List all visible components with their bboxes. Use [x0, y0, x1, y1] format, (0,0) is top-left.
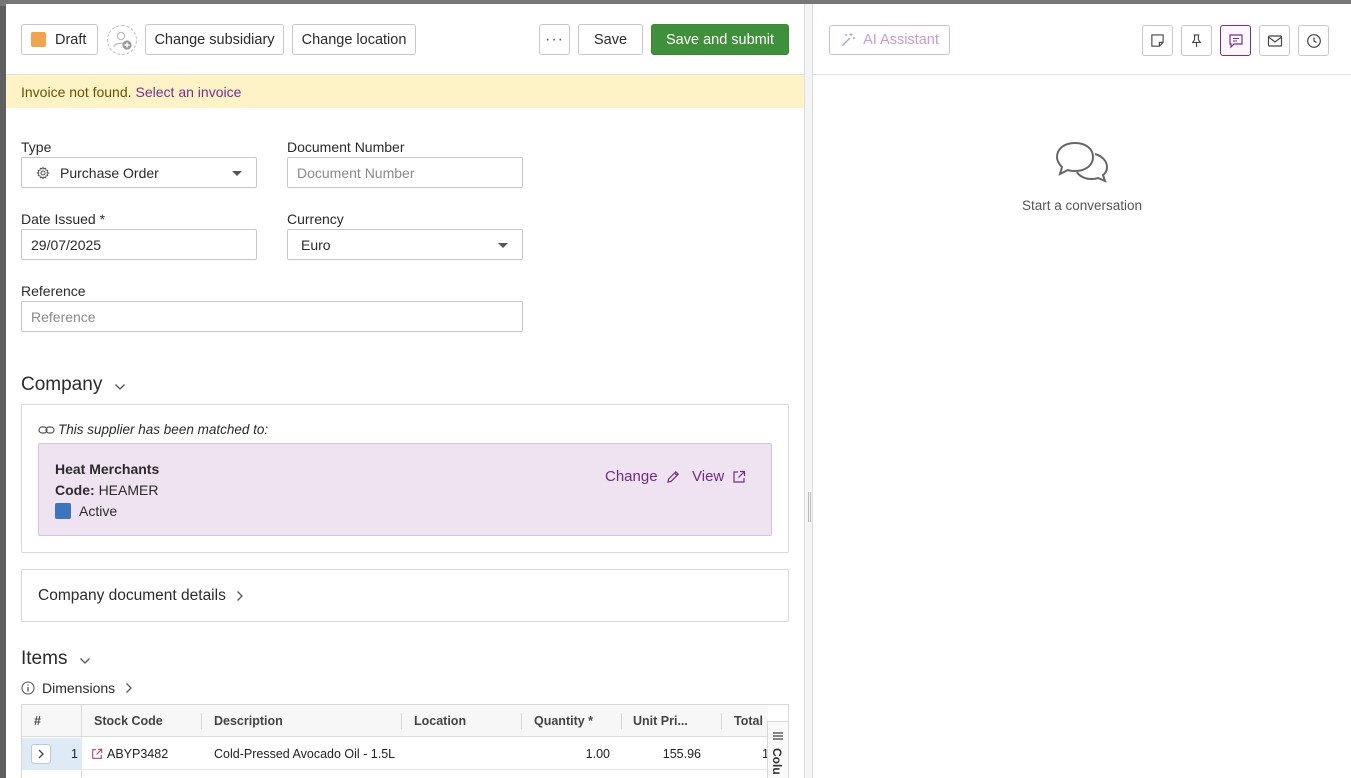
- currency-select[interactable]: Euro: [287, 229, 523, 260]
- conversation-icon: [1055, 141, 1109, 183]
- table-row[interactable]: 1 ABYP3482 Cold-Pressed Avocado Oil - 1.…: [22, 738, 769, 770]
- more-actions-button[interactable]: ···: [539, 24, 570, 55]
- chevron-right-icon: [126, 683, 133, 693]
- company-section-toggle[interactable]: Company: [21, 374, 126, 396]
- supplier-name: Heat Merchants: [55, 461, 160, 477]
- column-header-description[interactable]: Description: [214, 705, 283, 737]
- activity-panel: AI Assistant Start a conversation: [813, 4, 1351, 778]
- status-swatch: [55, 503, 71, 519]
- reference-input[interactable]: Reference: [21, 301, 523, 332]
- invoice-not-found-alert: Invoice not found. Select an invoice: [6, 75, 804, 108]
- company-section-title: Company: [21, 374, 103, 395]
- chevron-down-icon: [498, 243, 508, 248]
- company-document-details-card[interactable]: Company document details: [21, 569, 789, 622]
- column-header-quantity[interactable]: Quantity *: [534, 705, 593, 737]
- supplier-code: Code: HEAMER: [55, 482, 159, 498]
- notes-button[interactable]: [1142, 25, 1173, 56]
- document-number-label: Document Number: [287, 139, 405, 155]
- quantity-cell[interactable]: 1.00: [534, 738, 610, 770]
- gear-icon: [36, 165, 50, 180]
- ai-assistant-button[interactable]: AI Assistant: [829, 25, 950, 55]
- select-invoice-link[interactable]: Select an invoice: [136, 84, 242, 100]
- mail-icon: [1267, 34, 1282, 47]
- panel-resize-handle[interactable]: [804, 4, 813, 778]
- column-header-unit-price[interactable]: Unit Pri...: [633, 705, 688, 737]
- pin-button[interactable]: [1181, 25, 1212, 56]
- external-link-icon: [733, 470, 746, 483]
- chat-icon: [1228, 33, 1243, 48]
- chevron-down-icon: [232, 171, 242, 176]
- row-index: 1: [71, 747, 78, 761]
- magic-wand-icon: [841, 33, 856, 47]
- column-header-location[interactable]: Location: [414, 705, 466, 737]
- dimensions-toggle[interactable]: Dimensions: [21, 680, 133, 696]
- type-select[interactable]: Purchase Order: [21, 157, 257, 188]
- empty-conversation: [813, 140, 1351, 187]
- status-draft-button[interactable]: Draft: [21, 24, 98, 55]
- type-value: Purchase Order: [60, 164, 159, 181]
- email-button[interactable]: [1259, 25, 1290, 56]
- currency-label: Currency: [287, 211, 344, 227]
- column-header-stock-code[interactable]: Stock Code: [94, 705, 163, 737]
- reference-label: Reference: [21, 283, 86, 299]
- column-header-total[interactable]: Total: [734, 705, 763, 737]
- activity-toolbar: AI Assistant: [813, 4, 1351, 75]
- document-panel: Draft Change subsidiary Change location …: [6, 4, 804, 778]
- external-link-icon: [92, 748, 103, 759]
- history-icon: [1306, 33, 1321, 48]
- stock-code-cell[interactable]: ABYP3482: [91, 738, 168, 770]
- chat-button[interactable]: [1220, 25, 1251, 56]
- items-table-header: # Stock Code Description Location Quanti…: [22, 705, 768, 737]
- view-supplier-link[interactable]: View: [692, 468, 746, 485]
- change-subsidiary-button[interactable]: Change subsidiary: [145, 24, 284, 55]
- items-section-title: Items: [21, 648, 68, 669]
- matched-note: This supplier has been matched to:: [58, 422, 269, 437]
- description-cell[interactable]: Cold-Pressed Avocado Oil - 1.5L: [214, 738, 395, 770]
- alert-message: Invoice not found.: [21, 83, 132, 100]
- document-toolbar: Draft Change subsidiary Change location …: [6, 4, 804, 75]
- link-icon: [38, 425, 55, 434]
- date-issued-label: Date Issued *: [21, 211, 106, 227]
- pin-icon: [1191, 34, 1202, 48]
- invoice-modal: Draft Change subsidiary Change location …: [6, 4, 1351, 778]
- company-document-details-title: Company document details: [38, 587, 226, 604]
- note-icon: [1151, 34, 1164, 47]
- unit-price-cell[interactable]: 155.96: [633, 738, 701, 770]
- chevron-right-icon: [236, 591, 243, 601]
- add-user-icon: [113, 31, 132, 50]
- chevron-down-icon: [115, 384, 126, 390]
- columns-panel-label: Colu: [770, 748, 784, 775]
- date-issued-input[interactable]: 29/07/2025: [21, 229, 257, 260]
- change-location-button[interactable]: Change location: [292, 24, 416, 55]
- expand-row-button[interactable]: [31, 744, 51, 764]
- history-button[interactable]: [1298, 25, 1329, 56]
- supplier-status-badge: Active: [55, 503, 117, 519]
- save-button[interactable]: Save: [578, 24, 643, 55]
- change-supplier-link[interactable]: Change: [605, 468, 680, 485]
- empty-state-text: Start a conversation: [1021, 198, 1143, 213]
- supplier-match-card: This supplier has been matched to: Heat …: [21, 404, 789, 553]
- chevron-down-icon: [80, 658, 91, 664]
- type-label: Type: [21, 139, 52, 155]
- draft-status-swatch: [31, 32, 46, 47]
- currency-value: Euro: [301, 236, 331, 253]
- info-icon: [21, 681, 35, 695]
- matched-supplier: Heat Merchants Code: HEAMER Active Chang…: [38, 443, 772, 536]
- ellipsis-icon: ···: [545, 30, 564, 48]
- assign-user-button[interactable]: [107, 25, 137, 55]
- chevron-right-icon: [38, 749, 44, 759]
- save-and-submit-button[interactable]: Save and submit: [651, 24, 789, 55]
- items-table: # Stock Code Description Location Quanti…: [21, 704, 789, 778]
- pencil-icon: [666, 470, 679, 483]
- status-label: Draft: [55, 31, 87, 48]
- items-section-toggle[interactable]: Items: [21, 648, 91, 670]
- resize-grip-icon: [808, 492, 811, 522]
- columns-icon: [773, 732, 783, 740]
- document-number-input[interactable]: Document Number: [287, 157, 523, 188]
- columns-panel-toggle[interactable]: Colu: [767, 721, 788, 778]
